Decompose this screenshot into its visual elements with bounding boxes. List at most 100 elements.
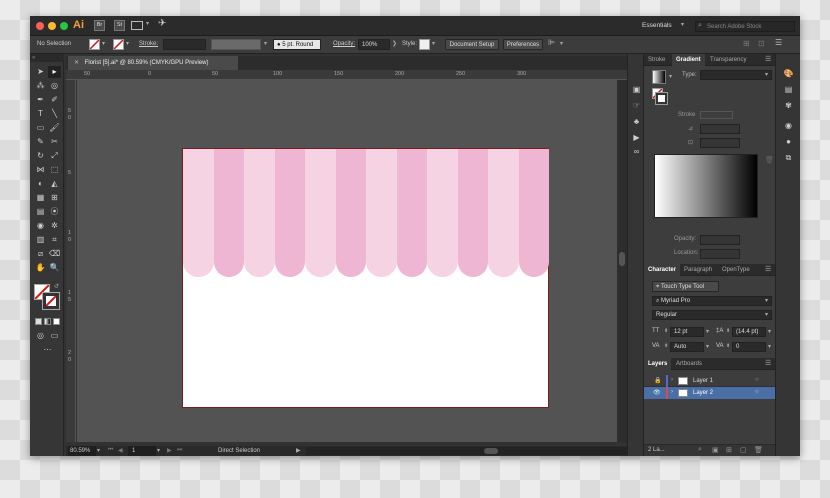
awning-stripe[interactable]: [518, 149, 549, 277]
close-window-button[interactable]: [36, 22, 44, 30]
opacity-label[interactable]: Opacity:: [333, 41, 355, 47]
mesh-tool-icon[interactable]: ⊞: [48, 192, 61, 204]
gradient-type-chevron-icon[interactable]: ▾: [765, 71, 768, 78]
awning-stripe[interactable]: [213, 149, 244, 277]
tab-artboards[interactable]: Artboards: [672, 358, 706, 370]
font-style-chevron-icon[interactable]: ▾: [765, 311, 768, 318]
tab-stroke[interactable]: Stroke: [644, 54, 669, 66]
appearance-panel-icon[interactable]: ◉: [782, 120, 795, 132]
tab-character[interactable]: Character: [644, 264, 681, 276]
hand-tool-icon[interactable]: ✋: [34, 262, 47, 274]
zoom-tool-icon[interactable]: 🔍: [48, 262, 61, 274]
layer-name[interactable]: Layer 1: [693, 378, 713, 384]
transform-icon[interactable]: ⊡: [758, 39, 765, 48]
last-artboard-icon[interactable]: ⏭: [177, 447, 182, 454]
prev-artboard-icon[interactable]: ◀: [118, 447, 123, 454]
touch-type-tool-button[interactable]: ⌖ Touch Type Tool: [652, 281, 719, 292]
swatches-panel-icon[interactable]: ▤: [782, 84, 795, 96]
eyedropper-tool-icon[interactable]: ⦿: [48, 206, 61, 218]
width-tool-icon[interactable]: ⋈: [34, 164, 47, 176]
new-sublayer-icon[interactable]: ⊞: [726, 446, 732, 454]
layers-panel-menu-icon[interactable]: ☰: [765, 359, 771, 367]
selection-tool-icon[interactable]: ➤: [34, 66, 47, 78]
tab-transparency[interactable]: Transparency: [706, 54, 750, 66]
artboard-tool-icon[interactable]: ⌗: [48, 234, 61, 246]
transform-panel-icon[interactable]: ⧉: [782, 152, 795, 164]
distribute-icon[interactable]: ⊞: [743, 39, 750, 48]
leading-field[interactable]: (14.4 pt): [732, 327, 766, 337]
clipping-mask-icon[interactable]: ▣: [712, 446, 719, 454]
layer-row[interactable]: 👁 › Layer 2 ○: [644, 387, 775, 399]
tracking-field[interactable]: 0: [732, 342, 766, 352]
scale-tool-icon[interactable]: ⤢: [48, 150, 61, 162]
lock-icon[interactable]: 🔒: [654, 377, 661, 384]
tab-layers[interactable]: Layers: [644, 358, 672, 370]
tracking-chevron-icon[interactable]: ▾: [768, 343, 771, 350]
gradient-panel-menu-icon[interactable]: ☰: [765, 55, 771, 63]
gradient-opacity-field[interactable]: [700, 235, 740, 245]
gradient-thumbnail[interactable]: [652, 70, 666, 84]
tab-opentype[interactable]: OpenType: [718, 264, 754, 276]
awning-stripe[interactable]: [427, 149, 458, 277]
layer-name[interactable]: Layer 2: [693, 390, 713, 396]
rectangle-tool-icon[interactable]: ▭: [34, 122, 47, 134]
brush-definition[interactable]: ● 5 pt. Round: [273, 39, 321, 50]
actions-icon[interactable]: ▶: [630, 132, 643, 144]
font-size-stepper[interactable]: ⬍: [664, 328, 668, 334]
gradient-location-field[interactable]: [700, 249, 740, 259]
opacity-arrow-icon[interactable]: ❯: [392, 40, 397, 47]
gradient-mode-icon[interactable]: [44, 318, 51, 325]
opacity-field[interactable]: 100%: [358, 39, 390, 50]
swap-fill-stroke-icon[interactable]: ↺: [54, 283, 59, 290]
graphic-style-swatch[interactable]: [419, 39, 430, 50]
zoom-chevron-icon[interactable]: ▾: [97, 447, 100, 454]
font-size-chevron-icon[interactable]: ▾: [706, 328, 709, 335]
edit-toolbar-icon[interactable]: ⋯: [41, 344, 54, 356]
aspect-ratio-field[interactable]: [700, 138, 740, 148]
scrollbar-thumb[interactable]: [619, 252, 625, 266]
layer-row[interactable]: 🔒 › Layer 1 ○: [644, 375, 775, 387]
pen-tool-icon[interactable]: ✒: [34, 94, 47, 106]
target-icon[interactable]: ○: [755, 377, 759, 383]
slice-tool-icon[interactable]: ⧄: [34, 248, 47, 260]
artboard-number-field[interactable]: 1: [128, 446, 156, 456]
locate-object-icon[interactable]: ⌕: [698, 446, 702, 454]
variable-width-profile[interactable]: [211, 39, 261, 50]
color-mode-icon[interactable]: [35, 318, 42, 325]
align-icon[interactable]: ⊫: [548, 38, 555, 47]
gpu-performance-icon[interactable]: ✈: [158, 18, 166, 29]
font-family-field[interactable]: ⌕ Myriad Pro: [652, 296, 772, 306]
paintbrush-tool-icon[interactable]: 🖌: [48, 122, 61, 134]
stroke-weight-field[interactable]: [163, 39, 206, 50]
current-tool-status[interactable]: Direct Selection: [218, 448, 260, 454]
shape-builder-tool-icon[interactable]: ◐: [34, 178, 47, 190]
color-panel-icon[interactable]: 🎨: [782, 68, 795, 80]
awning-stripe[interactable]: [244, 149, 275, 277]
font-family-chevron-icon[interactable]: ▾: [765, 297, 768, 304]
artboard[interactable]: [182, 148, 549, 408]
color-guide-icon[interactable]: ☞: [630, 100, 643, 112]
symbols-icon[interactable]: ♣: [630, 116, 643, 128]
line-tool-icon[interactable]: ╲: [48, 108, 61, 120]
live-paint-tool-icon[interactable]: ◭: [48, 178, 61, 190]
stock-search-input[interactable]: ⌕ Search Adobe Stock: [695, 21, 795, 32]
image-trace-icon[interactable]: ▣: [630, 84, 643, 96]
panel-menu-icon[interactable]: ☰: [775, 38, 782, 47]
character-panel-menu-icon[interactable]: ☰: [765, 265, 771, 273]
awning-stripe[interactable]: [366, 149, 397, 277]
shaper-tool-icon[interactable]: ✎: [34, 136, 47, 148]
vertical-scrollbar[interactable]: [617, 80, 627, 442]
stroke-chevron-icon[interactable]: ▾: [126, 40, 129, 47]
direct-selection-tool-icon[interactable]: ▸: [48, 66, 61, 78]
document-tab[interactable]: ✕ Florist [5].ai* @ 80.59% (CMYK/GPU Pre…: [68, 56, 238, 70]
rotate-tool-icon[interactable]: ↻: [34, 150, 47, 162]
blend-tool-icon[interactable]: ◉: [34, 220, 47, 232]
draw-mode-icon[interactable]: ◎: [34, 330, 47, 342]
horizontal-scrollbar[interactable]: [306, 447, 646, 455]
fill-swatch[interactable]: [89, 39, 100, 50]
lasso-tool-icon[interactable]: ◎: [48, 80, 61, 92]
awning-stripe[interactable]: [305, 149, 336, 277]
status-arrow-icon[interactable]: ▶: [296, 447, 301, 454]
awning-stripe[interactable]: [274, 149, 305, 277]
preferences-button[interactable]: Preferences: [503, 39, 543, 50]
